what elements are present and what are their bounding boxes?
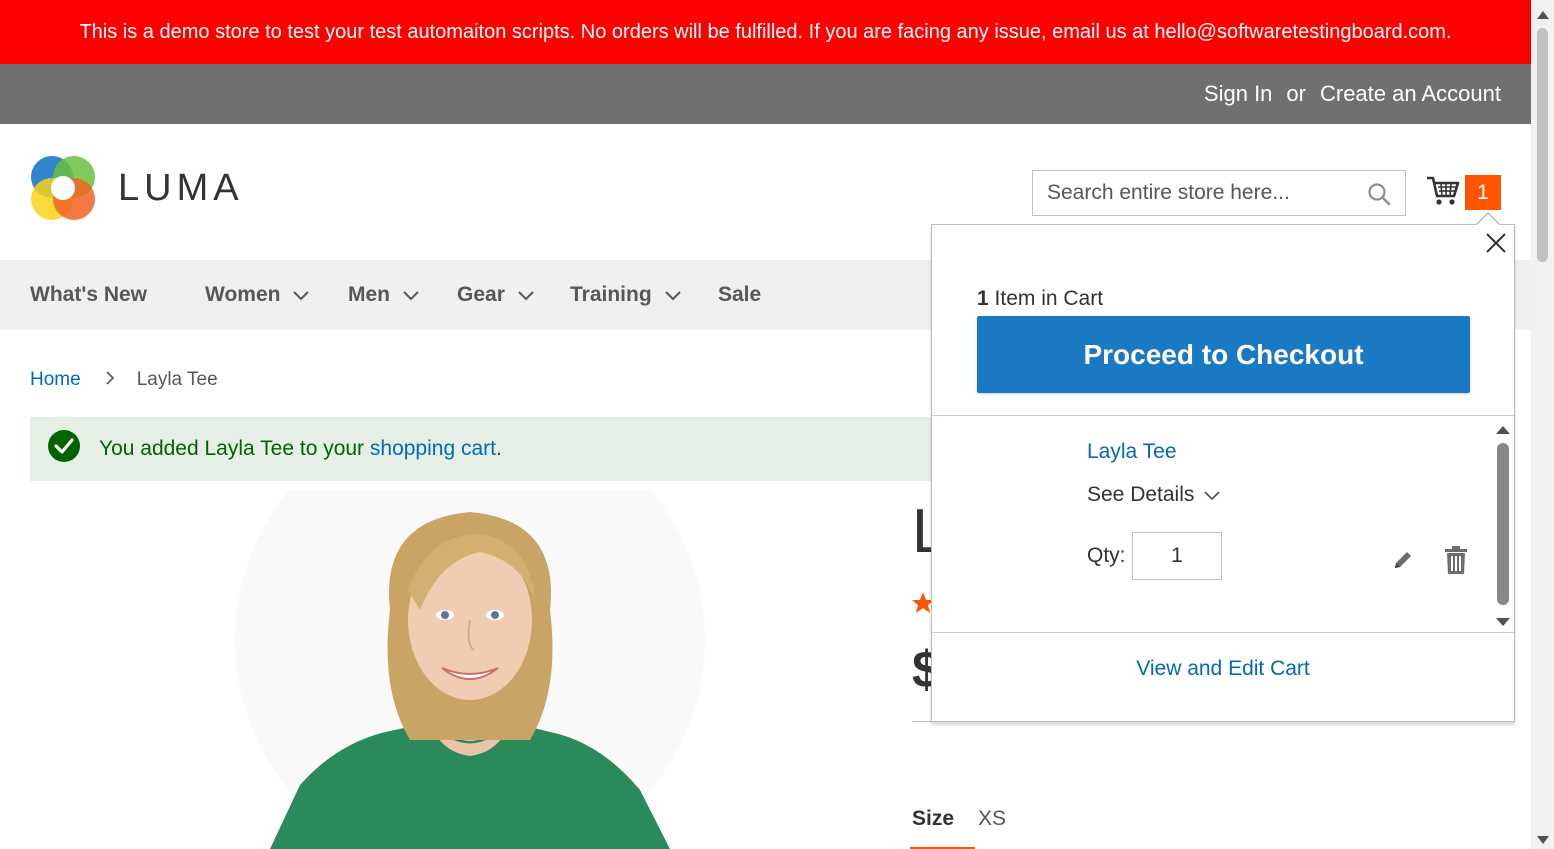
see-details-toggle[interactable]: See Details	[1087, 483, 1221, 507]
minicart-product-name-link[interactable]: Layla Tee	[1087, 440, 1177, 464]
logo[interactable]: LUMA	[30, 155, 244, 221]
proceed-to-checkout-button[interactable]: Proceed to Checkout	[977, 316, 1470, 393]
nav-item-men[interactable]: Men	[348, 260, 420, 330]
chevron-down-icon	[517, 283, 535, 307]
minicart-notch-inner	[1477, 214, 1499, 225]
edit-pencil-icon[interactable]	[1391, 548, 1415, 577]
product-image[interactable]	[230, 490, 710, 849]
breadcrumb: Home Layla Tee	[30, 369, 218, 391]
size-label: Size	[912, 807, 955, 830]
scroll-up-arrow-icon[interactable]	[1495, 422, 1511, 440]
minicart-divider	[932, 632, 1514, 633]
qty-label: Qty:	[1087, 544, 1126, 567]
breadcrumb-home-link[interactable]: Home	[30, 369, 81, 391]
chevron-right-icon	[105, 369, 115, 391]
demo-notice-text: This is a demo store to test your test a…	[79, 20, 1452, 43]
close-icon[interactable]	[1485, 232, 1507, 254]
sign-in-link[interactable]: Sign In	[1204, 81, 1273, 107]
minicart-divider	[932, 415, 1514, 416]
nav-item-sale[interactable]: Sale	[718, 260, 761, 330]
header-links: Sign In or Create an Account	[1204, 64, 1501, 124]
minicart-count-number: 1	[977, 287, 989, 310]
minicart-scrollbar-thumb[interactable]	[1497, 443, 1509, 605]
see-details-label: See Details	[1087, 483, 1195, 506]
cart-icon[interactable]	[1426, 175, 1460, 212]
chevron-down-icon	[402, 283, 420, 307]
view-and-edit-cart-link[interactable]: View and Edit Cart	[1136, 657, 1310, 680]
logo-text: LUMA	[118, 166, 244, 209]
cart-counter-badge[interactable]: 1	[1465, 175, 1501, 210]
nav-item-gear[interactable]: Gear	[457, 260, 535, 330]
nav-item-label: Sale	[718, 283, 762, 306]
create-account-link[interactable]: Create an Account	[1320, 81, 1501, 107]
nav-item-women[interactable]: Women	[205, 260, 310, 330]
checkout-button-label: Proceed to Checkout	[1083, 338, 1364, 370]
nav-item-label: What's New	[30, 283, 148, 306]
search-input[interactable]	[1033, 171, 1367, 215]
page-scrollbar-thumb[interactable]	[1537, 28, 1548, 262]
demo-notice-bar: This is a demo store to test your test a…	[0, 0, 1531, 64]
breadcrumb-current: Layla Tee	[136, 369, 218, 390]
trash-icon[interactable]	[1444, 545, 1468, 580]
success-message-text: You added Layla Tee to your shopping car…	[99, 437, 502, 461]
success-message-prefix: You added Layla Tee to your	[99, 437, 370, 460]
search-box	[1032, 170, 1406, 216]
header-or-text: or	[1286, 81, 1306, 106]
minicart-view-cart-area: View and Edit Cart	[932, 657, 1514, 681]
nav-item-label: Women	[205, 283, 281, 306]
chevron-down-icon	[292, 283, 310, 307]
nav-item-label: Gear	[457, 283, 505, 306]
success-message-suffix: .	[495, 437, 502, 460]
shopping-cart-link[interactable]: shopping cart	[370, 437, 496, 460]
success-check-icon	[47, 429, 81, 469]
scroll-down-arrow-icon[interactable]	[1495, 614, 1511, 632]
minicart-count-text: Item in Cart	[988, 287, 1104, 310]
nav-item-label: Men	[348, 283, 390, 306]
minicart-item-count: 1 Item in Cart	[977, 287, 1103, 311]
chevron-down-icon	[664, 283, 682, 307]
header-panel: Sign In or Create an Account	[0, 64, 1531, 124]
success-message: You added Layla Tee to your shopping car…	[30, 417, 970, 481]
chevron-down-icon	[1204, 483, 1221, 507]
scroll-down-arrow-icon[interactable]	[1537, 831, 1549, 849]
nav-item-whats-new[interactable]: What's New	[30, 260, 147, 330]
page: This is a demo store to test your test a…	[0, 0, 1531, 849]
nav-item-training[interactable]: Training	[570, 260, 682, 330]
qty-input[interactable]	[1132, 532, 1222, 580]
search-icon[interactable]	[1367, 182, 1391, 211]
size-selected-value: XS	[978, 807, 1007, 830]
nav-item-label: Training	[570, 283, 652, 306]
luma-logo-icon	[31, 156, 95, 220]
scroll-up-arrow-icon[interactable]	[1537, 6, 1549, 24]
